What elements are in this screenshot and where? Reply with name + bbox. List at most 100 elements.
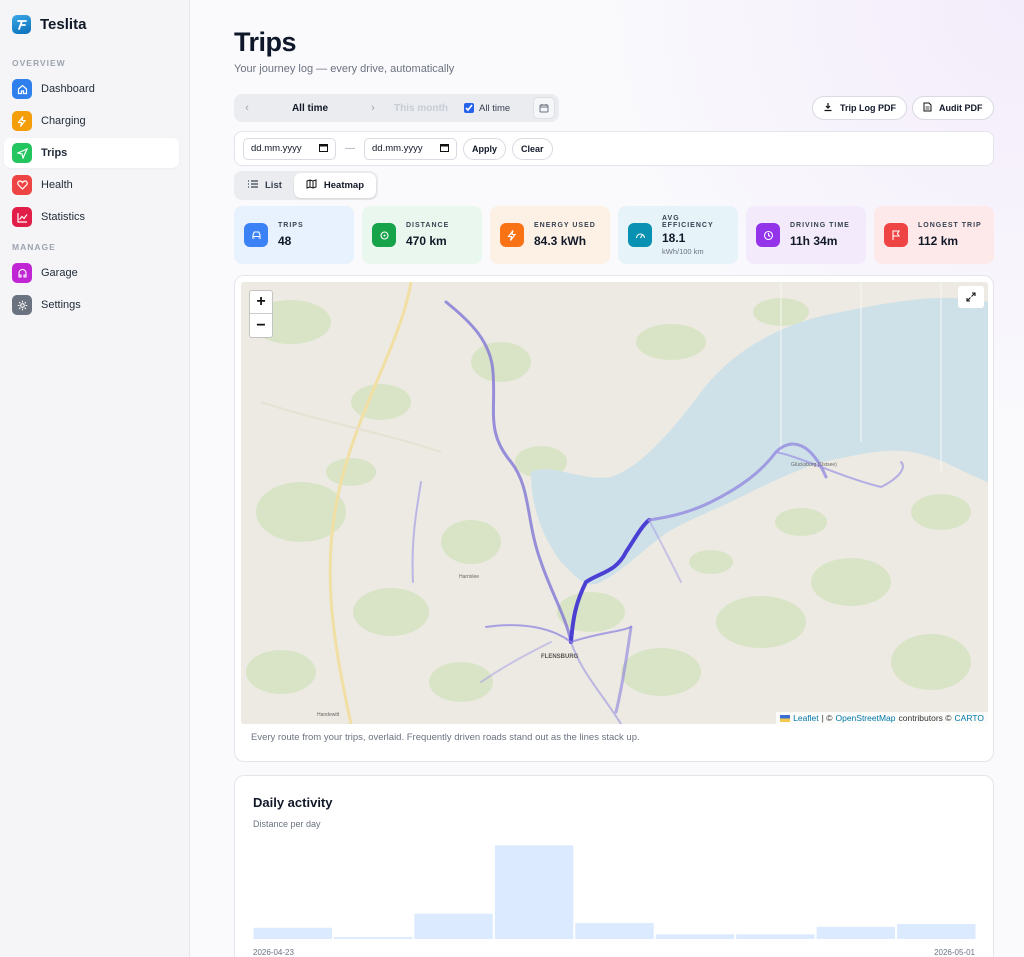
trip-log-pdf-button[interactable]: Trip Log PDF (812, 96, 907, 120)
carto-link[interactable]: CARTO (955, 713, 984, 723)
all-time-checkbox[interactable] (464, 103, 474, 113)
document-icon (923, 102, 932, 114)
map-label-harrislee: Harrislee (459, 574, 479, 580)
bar-2026-04-25[interactable] (414, 913, 493, 939)
sidebar-item-settings[interactable]: Settings (4, 290, 179, 320)
view-toggle: List Heatmap (234, 171, 379, 200)
zoom-control: + − (249, 290, 273, 338)
map-tiles: FLENSBURG Harrislee Handewitt Glücksburg… (241, 282, 988, 724)
bar-2026-04-24[interactable] (333, 937, 413, 939)
gear-icon (12, 295, 32, 315)
period-next-icon[interactable]: › (360, 102, 386, 114)
list-icon (248, 180, 258, 191)
chart-icon (12, 207, 32, 227)
x-tick-label: 2026-05-01 (934, 948, 975, 957)
bar-2026-04-29[interactable] (736, 934, 815, 939)
period-prev-icon[interactable]: ‹ (234, 102, 260, 114)
clock-icon (756, 223, 780, 247)
all-time-toggle[interactable]: All time (464, 103, 510, 114)
heatmap-view-tab[interactable]: Heatmap (293, 173, 377, 198)
stat-label: DISTANCE (406, 222, 450, 229)
trip-log-pdf-label: Trip Log PDF (840, 103, 896, 113)
sidebar-item-dashboard[interactable]: Dashboard (4, 74, 179, 104)
stat-value: 18.1 (662, 230, 686, 245)
stat-card-avg-efficiency: AVG EFFICIENCY 18.1 kWh/100 km (618, 206, 738, 264)
home-icon (12, 79, 32, 99)
clear-button[interactable]: Clear (512, 137, 553, 160)
daily-activity-chart (253, 845, 976, 939)
stat-text: ENERGY USED 84.3 kWh (534, 222, 596, 248)
heatmap-card: FLENSBURG Harrislee Handewitt Glücksburg… (234, 275, 994, 762)
calendar-icon[interactable] (533, 97, 555, 119)
stat-value: 48 (278, 234, 292, 248)
sidebar-item-charging[interactable]: Charging (4, 106, 179, 136)
stat-text: TRIPS 48 (278, 222, 304, 248)
sidebar-item-trips[interactable]: Trips (4, 138, 179, 168)
attribution-contributors: contributors © (898, 713, 952, 723)
navigation-icon (12, 143, 32, 163)
period-current[interactable]: All time (260, 103, 360, 114)
sidebar-item-health[interactable]: Health (4, 170, 179, 200)
list-view-tab[interactable]: List (236, 173, 294, 198)
heatmap-view-label: Heatmap (323, 180, 365, 191)
map-label-glucksburg: Glücksburg (Ostsee) (791, 462, 837, 468)
stat-text: DISTANCE 470 km (406, 222, 449, 248)
apply-button[interactable]: Apply (463, 137, 507, 160)
bar-2026-04-28[interactable] (655, 934, 735, 939)
calendar-icon[interactable] (319, 143, 328, 155)
stat-label: DRIVING TIME (790, 222, 850, 229)
period-selector: ‹ All time › This month All time (234, 94, 559, 122)
brand[interactable]: Teslita (0, 0, 189, 46)
activity-subtitle: Distance per day (253, 819, 321, 829)
sidebar-item-label: Settings (41, 299, 81, 311)
bar-2026-04-27[interactable] (575, 923, 654, 939)
from-date-input[interactable]: dd.mm.yyyy (243, 137, 336, 160)
teslita-logo-icon (12, 15, 31, 34)
zoom-in-button[interactable]: + (250, 291, 272, 314)
attribution-separator: | © (821, 713, 833, 723)
from-date-placeholder: dd.mm.yyyy (251, 143, 302, 154)
activity-title: Daily activity (253, 795, 333, 810)
to-date-placeholder: dd.mm.yyyy (372, 143, 423, 154)
route-icon (372, 223, 396, 247)
sidebar-item-garage[interactable]: Garage (4, 258, 179, 288)
stat-value: 112 km (918, 234, 959, 248)
stat-value: 84.3 kWh (534, 234, 587, 248)
all-time-label: All time (479, 102, 511, 114)
date-range-separator: — (345, 143, 355, 154)
section-label-overview: OVERVIEW (12, 58, 66, 68)
bar-2026-04-30[interactable] (816, 926, 896, 939)
download-icon (823, 102, 833, 114)
bar-2026-04-23[interactable] (253, 927, 332, 939)
page-subtitle: Your journey log — every drive, automati… (234, 63, 455, 75)
route-heatmap-map[interactable]: FLENSBURG Harrislee Handewitt Glücksburg… (241, 282, 988, 724)
stat-value: 470 km (406, 234, 447, 248)
period-next-label[interactable]: This month (386, 103, 456, 114)
map-caption: Every route from your trips, overlaid. F… (251, 732, 640, 743)
section-label-manage: MANAGE (12, 242, 56, 252)
zoom-out-button[interactable]: − (250, 314, 272, 337)
sidebar-item-label: Garage (41, 267, 78, 279)
to-date-input[interactable]: dd.mm.yyyy (364, 137, 457, 160)
openstreetmap-link[interactable]: OpenStreetMap (835, 713, 895, 723)
stat-card-trips: TRIPS 48 (234, 206, 354, 264)
bar-2026-05-01[interactable] (897, 924, 976, 939)
map-label-handewitt: Handewitt (317, 712, 340, 718)
bar-2026-04-26[interactable] (494, 845, 574, 939)
leaflet-link[interactable]: Leaflet (793, 713, 819, 723)
fullscreen-icon[interactable] (958, 286, 984, 308)
map-label-flensburg: FLENSBURG (541, 654, 579, 660)
calendar-icon[interactable] (440, 143, 449, 155)
flag-icon (780, 715, 791, 722)
car-icon (244, 223, 268, 247)
main-content: Trips Your journey log — every drive, au… (190, 0, 1024, 957)
sidebar: Teslita OVERVIEW Dashboard Charging Trips H… (0, 0, 190, 957)
daily-activity-card: Daily activity Distance per day 2026-04-… (234, 775, 994, 957)
sidebar-item-label: Statistics (41, 211, 86, 223)
stat-text: LONGEST TRIP 112 km (918, 222, 982, 248)
sidebar-item-statistics[interactable]: Statistics (4, 202, 179, 232)
date-filter-bar: dd.mm.yyyy — dd.mm.yyyy Apply Clear (234, 131, 994, 166)
stat-card-distance: DISTANCE 470 km (362, 206, 482, 264)
audit-pdf-button[interactable]: Audit PDF (912, 96, 994, 120)
stat-unit: kWh/100 km (662, 246, 704, 256)
